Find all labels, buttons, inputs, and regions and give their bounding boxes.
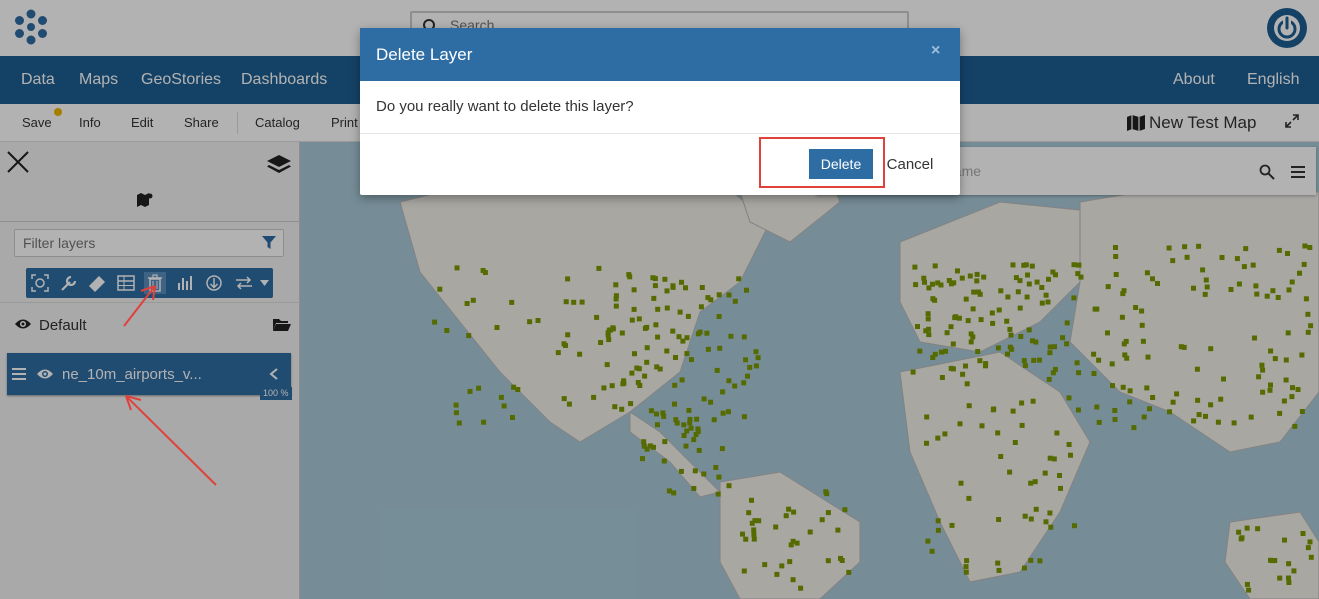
dialog-divider <box>360 133 960 134</box>
dialog-header: Delete Layer × <box>360 28 960 81</box>
dialog-title: Delete Layer <box>376 45 473 64</box>
close-icon[interactable]: × <box>931 42 940 60</box>
highlight-annotation <box>759 137 885 188</box>
dialog-message: Do you really want to delete this layer? <box>376 98 634 115</box>
cancel-button[interactable]: Cancel <box>882 149 938 179</box>
